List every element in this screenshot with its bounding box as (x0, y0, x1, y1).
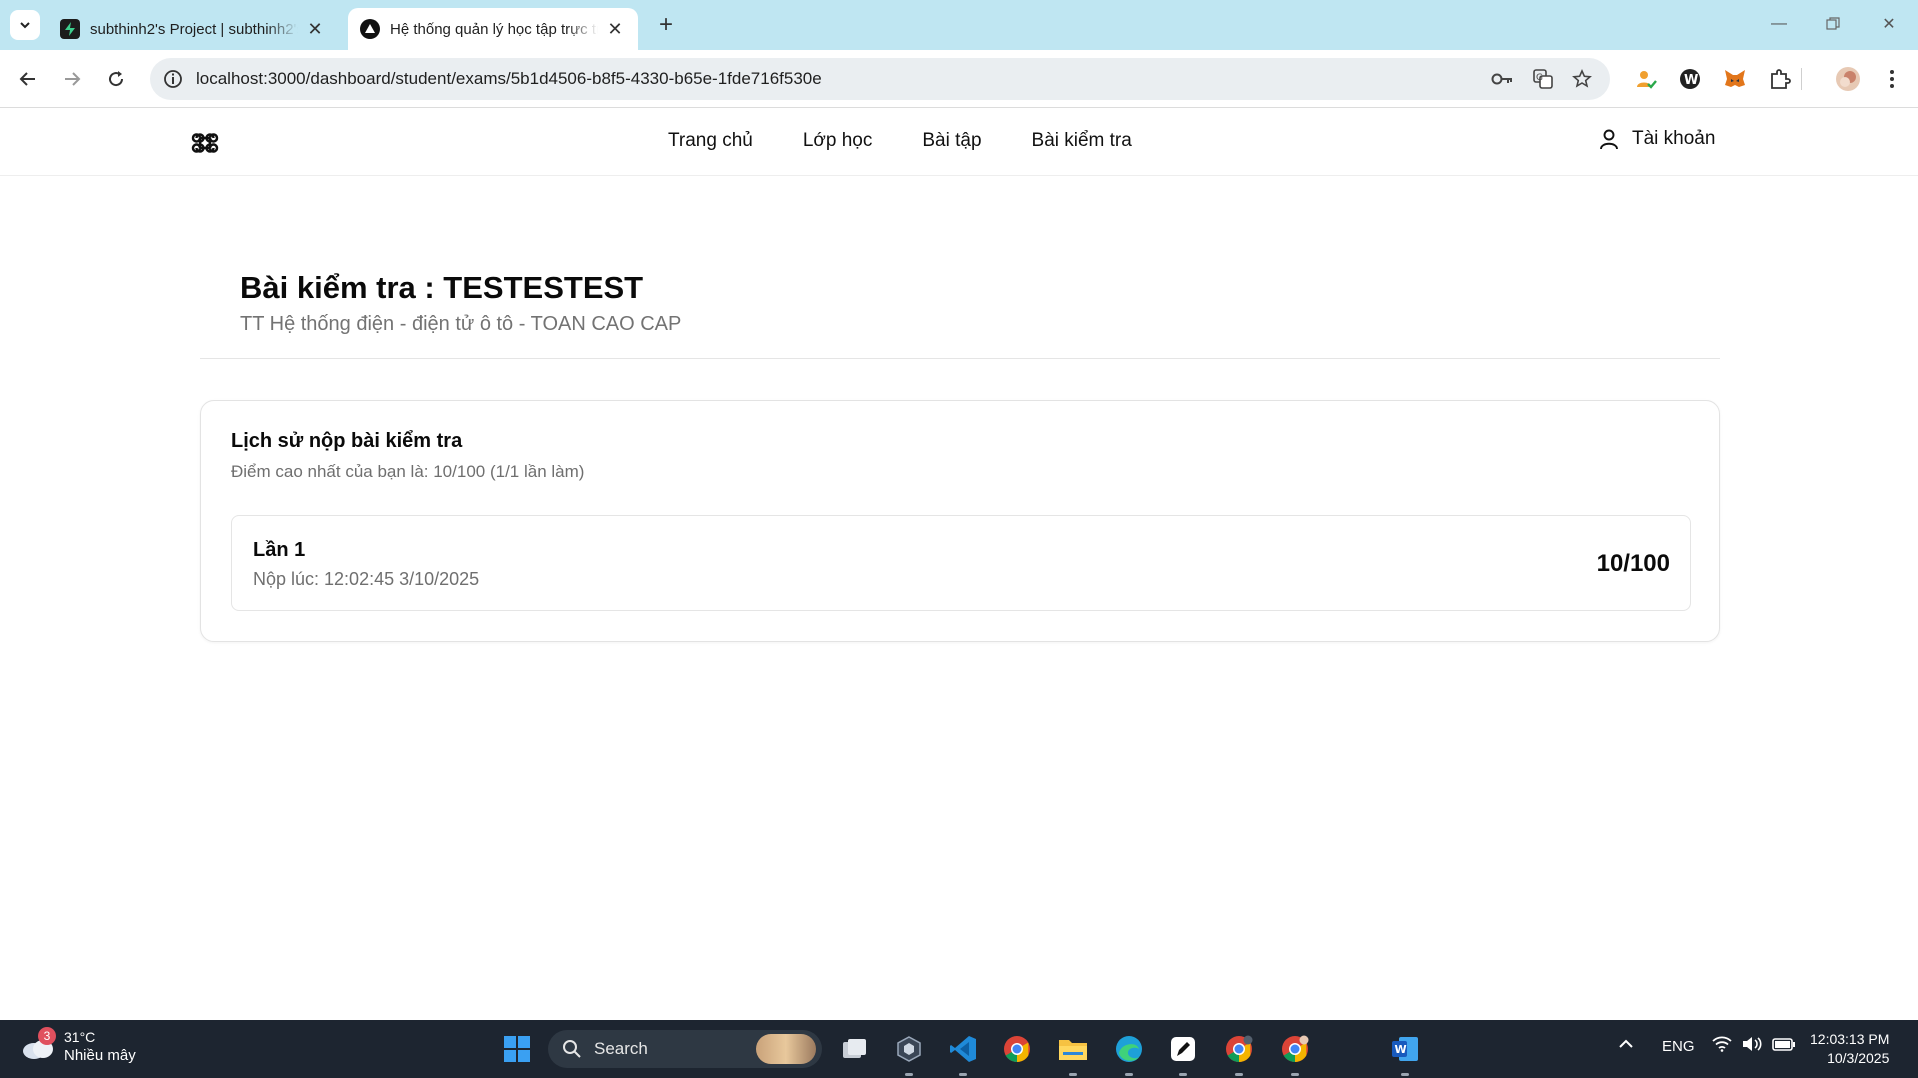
running-indicator (1291, 1073, 1299, 1076)
attempt-name: Lần 1 (253, 539, 306, 561)
submission-history-card: Lịch sử nộp bài kiểm tra Điểm cao nhất c… (200, 400, 1720, 642)
cloud-icon: 3 (20, 1027, 56, 1061)
chrome-profile-icon[interactable] (1222, 1032, 1256, 1076)
chevron-down-icon (20, 22, 30, 29)
nav-item-assignments[interactable]: Bài tập (922, 130, 981, 152)
bookmark-star-icon[interactable] (1570, 67, 1594, 91)
extensions-puzzle-icon[interactable] (1766, 65, 1794, 93)
url-text[interactable]: localhost:3000/dashboard/student/exams/5… (196, 69, 822, 89)
card-title: Lịch sử nộp bài kiểm tra (231, 430, 463, 452)
toolbar-separator (1801, 68, 1805, 90)
extension-person-check-icon[interactable] (1632, 65, 1660, 93)
main-nav: Trang chủ Lớp học Bài tập Bài kiểm tra (668, 130, 1182, 152)
system-clock[interactable]: 12:03:13 PM 10/3/2025 (1810, 1030, 1889, 1068)
clock-date: 10/3/2025 (1827, 1050, 1890, 1066)
search-highlight-image-icon (756, 1034, 816, 1064)
search-label: Search (594, 1039, 648, 1058)
page-title: Bài kiểm tra : TESTESTEST (240, 270, 644, 305)
running-indicator (905, 1073, 913, 1076)
password-key-icon[interactable] (1490, 67, 1514, 91)
nav-item-home[interactable]: Trang chủ (668, 130, 753, 152)
tab-title: subthinh2's Project | subthinh2's (90, 20, 298, 38)
chrome-profile-icon[interactable] (1278, 1032, 1312, 1076)
running-indicator (1401, 1073, 1409, 1076)
taskbar-search[interactable]: Search (548, 1030, 822, 1068)
attempt-item[interactable]: Lần 1 Nộp lúc: 12:02:45 3/10/2025 10/100 (231, 515, 1691, 611)
browser-menu-icon[interactable] (1878, 65, 1906, 93)
vscode-icon[interactable] (946, 1032, 980, 1076)
volume-icon[interactable] (1742, 1036, 1764, 1056)
metamask-fox-icon[interactable] (1721, 65, 1749, 93)
running-indicator (959, 1073, 967, 1076)
app-header: Trang chủ Lớp học Bài tập Bài kiểm tra T… (0, 108, 1918, 176)
divider (200, 358, 1720, 359)
attempt-score: 10/100 (1596, 550, 1670, 577)
edge-icon[interactable] (1112, 1032, 1146, 1076)
account-button[interactable]: Tài khoản (1598, 128, 1715, 150)
supabase-favicon-icon (60, 19, 80, 39)
browser-toolbar: localhost:3000/dashboard/student/exams/5… (0, 50, 1918, 108)
svg-text:W: W (1395, 1043, 1407, 1056)
translate-icon[interactable]: G (1531, 67, 1555, 91)
tab-title: Hệ thống quản lý học tập trực tuyến (390, 20, 598, 38)
page-subtitle: TT Hệ thống điện - điện tử ô tô - TOAN C… (240, 313, 682, 335)
language-indicator[interactable]: ENG (1662, 1038, 1695, 1055)
site-info-icon[interactable] (162, 68, 184, 90)
svg-text:W: W (1684, 73, 1698, 88)
attempt-submitted-time: Nộp lúc: 12:02:45 3/10/2025 (253, 569, 480, 589)
dev-app-icon[interactable] (892, 1032, 926, 1076)
window-close-icon[interactable]: ✕ (1866, 8, 1912, 40)
weather-desc: Nhiều mây (64, 1047, 136, 1064)
taskbar: 3 31°C Nhiều mây Search W ENG 12:03:13 P… (0, 1020, 1918, 1078)
reload-icon[interactable] (100, 63, 132, 95)
command-logo-icon[interactable] (190, 128, 220, 158)
address-bar[interactable]: localhost:3000/dashboard/student/exams/5… (150, 58, 1610, 100)
running-indicator (1179, 1073, 1187, 1076)
close-icon[interactable]: ✕ (304, 18, 326, 40)
chrome-icon[interactable] (1000, 1032, 1034, 1066)
running-indicator (1069, 1073, 1077, 1076)
weather-widget[interactable]: 3 31°C Nhiều mây (20, 1027, 136, 1066)
clock-time: 12:03:13 PM (1810, 1031, 1890, 1047)
search-icon (563, 1040, 581, 1058)
restore-icon[interactable] (1810, 8, 1856, 40)
nav-item-classes[interactable]: Lớp học (803, 130, 873, 152)
running-indicator (1235, 1073, 1243, 1076)
browser-tab-active[interactable]: Hệ thống quản lý học tập trực tuyến ✕ (348, 8, 638, 50)
chevron-up-icon[interactable] (1618, 1036, 1634, 1056)
minimize-icon[interactable]: — (1756, 8, 1802, 40)
user-icon (1600, 129, 1618, 150)
tab-search-button[interactable] (10, 10, 40, 40)
browser-tab[interactable]: subthinh2's Project | subthinh2's ✕ (48, 8, 338, 50)
windows-start-icon[interactable] (500, 1032, 534, 1066)
weather-temp: 31°C (64, 1029, 96, 1045)
app-favicon-icon (360, 19, 380, 39)
account-label: Tài khoản (1632, 128, 1716, 149)
file-explorer-icon[interactable] (1056, 1032, 1090, 1076)
new-tab-button[interactable]: + (652, 11, 680, 39)
forward-arrow-icon[interactable] (56, 63, 88, 95)
extension-w-icon[interactable]: W (1676, 65, 1704, 93)
battery-icon[interactable] (1772, 1036, 1796, 1056)
nav-item-exams[interactable]: Bài kiểm tra (1032, 130, 1132, 152)
browser-tab-strip: subthinh2's Project | subthinh2's ✕ Hệ t… (0, 0, 1918, 50)
word-icon[interactable]: W (1388, 1032, 1422, 1076)
weather-badge: 3 (38, 1027, 56, 1045)
wifi-icon[interactable] (1712, 1036, 1732, 1056)
task-view-icon[interactable] (838, 1032, 872, 1066)
back-arrow-icon[interactable] (12, 63, 44, 95)
best-score-summary: Điểm cao nhất của bạn là: 10/100 (1/1 lầ… (231, 462, 585, 481)
running-indicator (1125, 1073, 1133, 1076)
pen-app-icon[interactable] (1166, 1032, 1200, 1076)
profile-avatar[interactable] (1834, 65, 1862, 93)
svg-text:G: G (1536, 73, 1543, 83)
close-icon[interactable]: ✕ (604, 18, 626, 40)
